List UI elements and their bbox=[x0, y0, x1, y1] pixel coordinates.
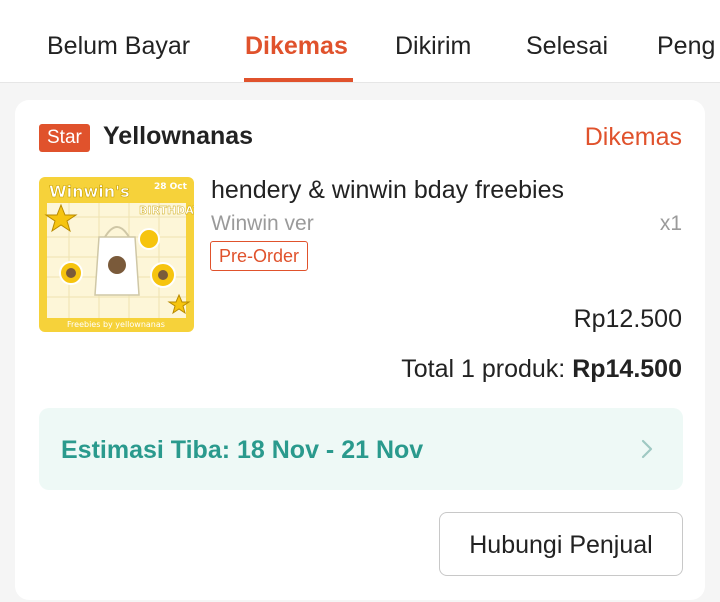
product-title[interactable]: hendery & winwin bday freebies bbox=[211, 176, 564, 205]
order-total: Total 1 produk: Rp14.500 bbox=[401, 355, 682, 384]
image-subheadline: BIRTHDAY bbox=[139, 204, 194, 217]
tab-belum-bayar[interactable]: Belum Bayar bbox=[47, 32, 190, 61]
image-date: 28 Oct bbox=[154, 182, 188, 192]
tab-penilaian[interactable]: Peng bbox=[657, 32, 715, 61]
product-price: Rp12.500 bbox=[573, 305, 682, 333]
tab-dikirim[interactable]: Dikirim bbox=[395, 32, 471, 61]
preorder-badge: Pre-Order bbox=[210, 241, 309, 271]
active-tab-indicator bbox=[244, 78, 353, 82]
star-seller-badge: Star bbox=[39, 124, 90, 152]
image-footer: Freebies by yellownanas bbox=[67, 320, 165, 329]
total-label: Total 1 produk: bbox=[401, 355, 566, 383]
product-thumbnail[interactable]: Winwin's 28 Oct BIRTHDAY Freebies by yel… bbox=[39, 177, 194, 332]
contact-seller-button[interactable]: Hubungi Penjual bbox=[439, 512, 683, 576]
order-status: Dikemas bbox=[584, 123, 682, 151]
product-image: Winwin's 28 Oct BIRTHDAY Freebies by yel… bbox=[39, 177, 194, 332]
tab-dikemas[interactable]: Dikemas bbox=[245, 32, 348, 61]
estimated-arrival-row[interactable]: Estimasi Tiba: 18 Nov - 21 Nov bbox=[39, 408, 683, 490]
chevron-right-icon bbox=[641, 439, 653, 459]
estimated-arrival-text: Estimasi Tiba: 18 Nov - 21 Nov bbox=[61, 436, 424, 464]
order-status-tabs: Belum Bayar Dikemas Dikirim Selesai Peng bbox=[0, 0, 720, 83]
product-quantity: x1 bbox=[659, 212, 682, 235]
total-amount: Rp14.500 bbox=[572, 355, 682, 383]
product-variant: Winwin ver bbox=[211, 212, 314, 235]
tab-selesai[interactable]: Selesai bbox=[526, 32, 608, 61]
order-card[interactable]: Star Yellownanas Dikemas Winwin's 28 Oct… bbox=[15, 100, 705, 600]
image-headline: Winwin's bbox=[49, 182, 130, 201]
shop-name[interactable]: Yellownanas bbox=[103, 122, 253, 151]
